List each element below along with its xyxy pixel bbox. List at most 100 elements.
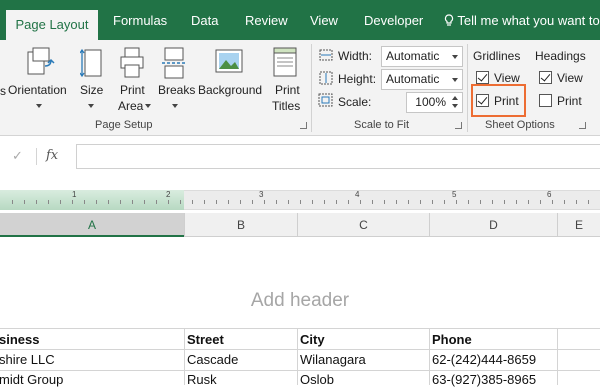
print-area-caret-icon bbox=[145, 104, 151, 108]
scale-icon bbox=[318, 93, 334, 112]
gridlines-view-label[interactable]: View bbox=[494, 71, 520, 85]
print-area-label-2[interactable]: Area bbox=[118, 99, 143, 113]
table-cell[interactable]: 63-(927)385-8965 bbox=[429, 369, 557, 390]
ruler-tick bbox=[492, 200, 493, 204]
width-dropdown[interactable]: Automatic bbox=[381, 46, 463, 67]
ruler-tick bbox=[456, 200, 457, 204]
orientation-label[interactable]: Orientation bbox=[8, 83, 67, 97]
breaks-label[interactable]: Breaks bbox=[158, 83, 195, 97]
column-header-b[interactable]: B bbox=[184, 213, 297, 237]
spin-down-icon[interactable] bbox=[452, 104, 458, 108]
ruler-mark: 5 bbox=[452, 190, 457, 199]
column-header-e[interactable]: E bbox=[557, 213, 600, 237]
table-cell[interactable]: Cascade bbox=[184, 349, 297, 370]
ruler-tick bbox=[60, 200, 61, 204]
tab-formulas[interactable]: Formulas bbox=[113, 13, 167, 28]
tab-developer[interactable]: Developer bbox=[364, 13, 423, 28]
page-setup-launcher-icon[interactable] bbox=[300, 122, 307, 129]
sheet-options-launcher-icon[interactable] bbox=[579, 122, 586, 129]
print-titles-label-2[interactable]: Titles bbox=[272, 99, 300, 113]
ruler-tick bbox=[324, 200, 325, 204]
width-value: Automatic bbox=[386, 49, 440, 63]
ruler-mark: 1 bbox=[72, 190, 77, 199]
table-cell[interactable]: shire LLC bbox=[0, 349, 184, 370]
gridlines-view-checkbox[interactable] bbox=[476, 71, 489, 84]
tab-data[interactable]: Data bbox=[191, 13, 218, 28]
tab-page-layout[interactable]: Page Layout bbox=[6, 10, 98, 41]
headings-print-checkbox[interactable] bbox=[539, 94, 552, 107]
ruler-tick bbox=[480, 200, 481, 204]
ruler-tick bbox=[384, 200, 385, 204]
ruler-tick bbox=[48, 200, 49, 204]
col-gridline bbox=[557, 328, 558, 385]
column-header-c[interactable]: C bbox=[297, 213, 429, 237]
background-label[interactable]: Background bbox=[198, 83, 262, 97]
ruler-tick bbox=[360, 200, 361, 204]
formula-bar-divider bbox=[36, 148, 37, 165]
column-header-d[interactable]: D bbox=[429, 213, 557, 237]
height-dropdown[interactable]: Automatic bbox=[381, 69, 463, 90]
header-cell-city[interactable]: City bbox=[297, 329, 429, 350]
table-cell[interactable]: Oslob bbox=[297, 369, 429, 390]
tab-view[interactable]: View bbox=[310, 13, 338, 28]
print-area-label-1[interactable]: Print bbox=[120, 83, 145, 97]
height-value: Automatic bbox=[386, 72, 440, 86]
print-area-icon bbox=[118, 46, 148, 85]
formula-input[interactable] bbox=[76, 144, 600, 169]
table-cell[interactable]: Rusk bbox=[184, 369, 297, 390]
ruler-tick bbox=[312, 200, 313, 204]
ribbon-tab-bar: Page Layout Formulas Data Review View De… bbox=[0, 0, 600, 41]
insert-function-icon[interactable]: fx bbox=[46, 148, 58, 163]
headings-heading: Headings bbox=[535, 49, 586, 63]
scale-to-fit-launcher-icon[interactable] bbox=[455, 122, 462, 129]
ruler-tick bbox=[348, 200, 349, 204]
table-cell[interactable]: 62-(242)444-8659 bbox=[429, 349, 557, 370]
width-label: Width: bbox=[338, 49, 373, 63]
ruler-tick bbox=[276, 200, 277, 204]
table-cell[interactable]: Wilanagara bbox=[297, 349, 429, 370]
tab-review[interactable]: Review bbox=[245, 13, 288, 28]
enter-check-icon[interactable]: ✓ bbox=[12, 148, 23, 164]
header-cell-business[interactable]: siness bbox=[0, 329, 184, 350]
scale-spinner[interactable]: 100% bbox=[406, 92, 463, 113]
ruler-tick bbox=[552, 200, 553, 204]
ruler-tick bbox=[36, 200, 37, 204]
ruler-tick bbox=[504, 200, 505, 204]
table-cell[interactable]: midt Group bbox=[0, 369, 184, 390]
ruler-tick bbox=[12, 200, 13, 204]
ruler-tick bbox=[372, 200, 373, 204]
add-header-placeholder[interactable]: Add header bbox=[0, 290, 600, 312]
orientation-button-cut[interactable]: s bbox=[0, 84, 6, 98]
breaks-icon bbox=[160, 46, 190, 85]
ruler-tick bbox=[72, 200, 73, 204]
spin-up-icon[interactable] bbox=[452, 96, 458, 100]
size-label[interactable]: Size bbox=[80, 83, 103, 97]
headings-view-label[interactable]: View bbox=[557, 71, 583, 85]
gridlines-heading: Gridlines bbox=[473, 49, 521, 63]
column-header-a[interactable]: A bbox=[0, 213, 184, 237]
print-titles-label-1[interactable]: Print bbox=[275, 83, 300, 97]
header-cell-street[interactable]: Street bbox=[184, 329, 297, 350]
tell-me-box[interactable]: Tell me what you want to bbox=[444, 13, 600, 28]
header-cell-phone[interactable]: Phone bbox=[429, 329, 557, 350]
headings-print-label[interactable]: Print bbox=[557, 94, 582, 108]
headings-view-checkbox[interactable] bbox=[539, 71, 552, 84]
height-chevron-down-icon bbox=[452, 78, 458, 82]
ruler-tick bbox=[336, 200, 337, 204]
height-icon bbox=[318, 71, 334, 90]
ruler-tick bbox=[156, 200, 157, 204]
lightbulb-icon bbox=[444, 13, 457, 28]
scale-to-fit-group-label: Scale to Fit bbox=[354, 119, 410, 131]
ruler-mark: 3 bbox=[259, 190, 264, 199]
ruler-tick bbox=[204, 200, 205, 204]
ruler-tick bbox=[24, 200, 25, 204]
breaks-caret-icon bbox=[172, 104, 178, 108]
ruler-tick bbox=[144, 200, 145, 204]
ruler-tick bbox=[228, 200, 229, 204]
ruler-tick bbox=[132, 200, 133, 204]
ruler-tick bbox=[588, 200, 589, 204]
ruler-mark: 2 bbox=[166, 190, 171, 199]
scale-label: Scale: bbox=[338, 95, 372, 109]
ruler-tick bbox=[468, 200, 469, 204]
ruler-tick bbox=[420, 200, 421, 204]
